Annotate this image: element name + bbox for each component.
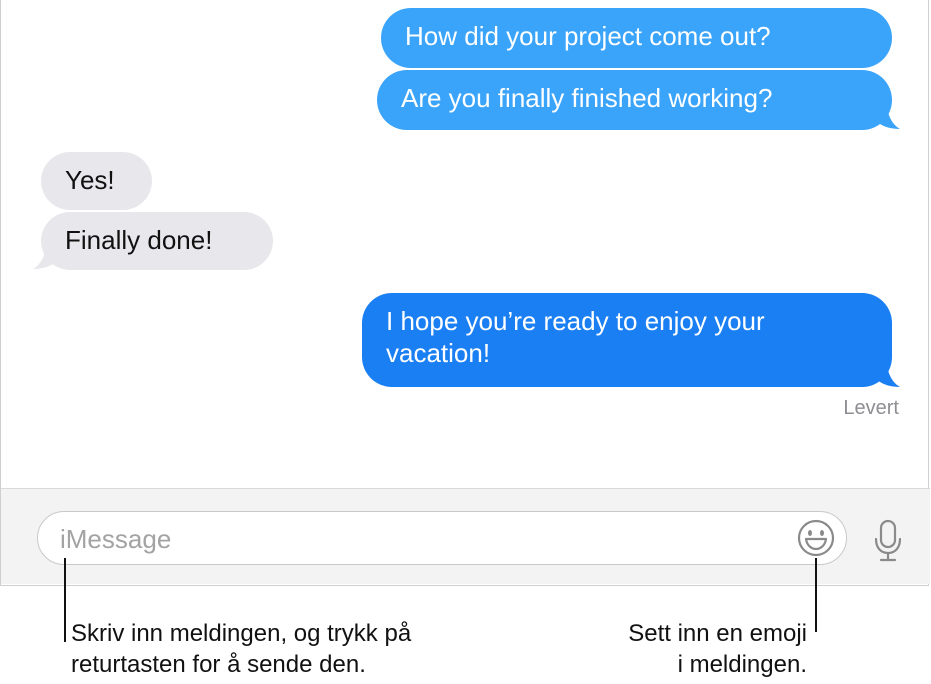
message-bubble-outgoing[interactable]: Are you finally finished working?: [377, 70, 892, 130]
callout-emoji: Sett inn en emoji i meldingen.: [628, 618, 807, 680]
callout-line-emoji: [815, 558, 817, 632]
emoji-smiley-icon[interactable]: [796, 518, 836, 558]
composer-bar: iMessage: [1, 488, 930, 584]
message-bubble-incoming[interactable]: Yes!: [41, 152, 152, 210]
callout-input-line1: Skriv inn meldingen, og trykk på: [71, 620, 412, 647]
callout-emoji-line1: Sett inn en emoji: [628, 620, 807, 647]
bubble-tail: [873, 108, 900, 129]
bubble-tail: [33, 248, 60, 269]
callout-input-line2: returtasten for å sende den.: [71, 651, 366, 678]
message-bubble-outgoing[interactable]: I hope you’re ready to enjoy your vacati…: [362, 293, 892, 387]
message-bubble-incoming[interactable]: Finally done!: [41, 212, 273, 270]
bubble-tail: [873, 366, 900, 387]
message-input[interactable]: iMessage: [37, 511, 847, 565]
message-text: How did your project come out?: [405, 21, 771, 51]
message-text: Are you finally finished working?: [401, 83, 773, 113]
callout-emoji-line2: i meldingen.: [677, 651, 807, 678]
microphone-icon[interactable]: [871, 519, 905, 563]
callout-line-input: [64, 558, 66, 642]
message-text: Finally done!: [65, 225, 213, 255]
message-bubble-outgoing[interactable]: How did your project come out?: [381, 8, 892, 68]
message-input-placeholder: iMessage: [60, 524, 172, 554]
messages-window: How did your project come out? Are you f…: [0, 0, 930, 586]
message-transcript: How did your project come out? Are you f…: [1, 0, 930, 488]
message-text-line: vacation!: [386, 338, 491, 368]
message-text: Yes!: [65, 165, 115, 195]
message-text-line: I hope you’re ready to enjoy your: [386, 306, 765, 336]
delivery-status: Levert: [843, 397, 899, 419]
callout-input: Skriv inn meldingen, og trykk på returta…: [71, 618, 411, 680]
